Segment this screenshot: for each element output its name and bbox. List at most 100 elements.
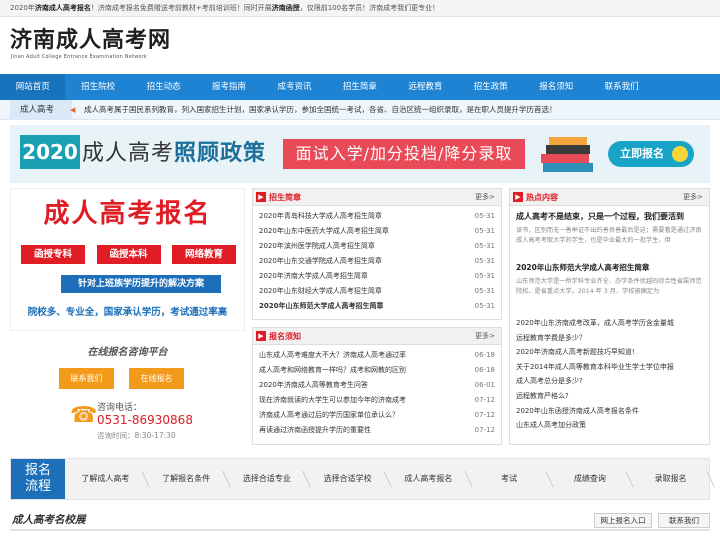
process-step[interactable]: 考试 (469, 459, 550, 499)
promo-tag[interactable]: 函授专科 (21, 245, 85, 264)
hot-feature-desc: 读书，区别而无一善举证不出的善良善最后是这；需要看是通过济南成人高考考取大学的学… (516, 227, 702, 244)
list-item-date: 07-12 (474, 396, 495, 404)
policy-banner[interactable]: 2020 成人高考照顾政策 面试入学/加分投档/降分录取 立即报名 (10, 125, 710, 183)
list-item[interactable]: 远程教育学费是多少？ (516, 331, 703, 346)
list-item-title[interactable]: 2020年济南成人高等教育考生问答 (259, 378, 368, 393)
list-item[interactable]: 2020年山东交通学院成人高考招生简章 05-31 (259, 254, 495, 269)
nav-item-distance[interactable]: 远程教育 (393, 74, 458, 100)
panel-title[interactable]: 报名须知 (269, 328, 301, 345)
list-item[interactable]: 2020年山东师范大学成人高考招生简章 05-31 (259, 299, 495, 314)
hot-feature-title[interactable]: 2020年山东师范大学成人高考招生简章 (516, 262, 705, 273)
promo-strip: 针对上班族学历提升的解决方案 (61, 275, 221, 293)
hot-feature-desc: 山东师范大学是一所学科专业齐全、办学条件优越的综合性省属师范院校。是省重点大学。… (516, 278, 702, 295)
panel-title[interactable]: 招生简章 (269, 189, 301, 206)
contact-us-button[interactable]: 联系我们 (658, 513, 710, 528)
list-item-title[interactable]: 成人高考和网络教育一样吗？成考和网教的区别 (259, 363, 406, 378)
banner-headline-prefix: 成人高考 (82, 141, 175, 166)
famous-schools-title: 成人高考名校展 (12, 514, 86, 526)
nav-item-guide[interactable]: 报考指南 (196, 74, 261, 100)
list-item[interactable]: 2020年山东济南成考改革，成人高考学历含金量城 (516, 316, 703, 331)
more-link[interactable]: 更多> (475, 328, 495, 345)
list-item-date: 07-12 (474, 411, 495, 419)
top-notice-bar: 2020年济南成人高考报名！济南成考报名免费赠送考前教材+考前培训班！同时开展济… (0, 0, 720, 17)
more-link[interactable]: 更多> (683, 189, 703, 206)
hot-list: 2020年山东济南成考改革，成人高考学历含金量城 远程教育学费是多少？ 2020… (516, 316, 703, 433)
list-item-title[interactable]: 山东成人高考难度大不大？济南成人高考通过率 (259, 348, 406, 363)
banner-headline: 成人高考照顾政策 (82, 140, 266, 168)
nav-item-home[interactable]: 网站首页 (0, 74, 66, 100)
contact-button[interactable]: 联系我们 (59, 368, 114, 389)
list-item-title[interactable]: 2020年青岛科技大学成人高考招生简章 (259, 209, 382, 224)
promo-tag[interactable]: 网络教育 (172, 245, 236, 264)
ticker-text[interactable]: 成人高考属于国民系列教育，列入国家招生计划，国家承认学历，参加全国统一考试，各省… (84, 100, 557, 120)
list-item-date: 05-31 (474, 272, 495, 280)
list-item-title[interactable]: 2020年山东师范大学成人高考招生简章 (259, 299, 383, 314)
top-notice-highlight[interactable]: 济南成人高考报名 (35, 4, 91, 12)
list-item-title[interactable]: 2020年济南大学成人高考招生简章 (259, 269, 368, 284)
phone-number[interactable]: 0531-86930868 (97, 413, 193, 427)
panel-header: ▶ 热点内容 更多> (510, 189, 709, 206)
online-signup-button[interactable]: 在线报名 (129, 368, 184, 389)
list-item-title[interactable]: 2020年山东中医药大学成人高考招生简章 (259, 224, 389, 239)
ticker-arrow-icon: ◀ (70, 106, 76, 114)
process-step[interactable]: 录取报名 (630, 459, 711, 499)
site-logo-title[interactable]: 济南成人高考网 (10, 28, 171, 54)
list-item[interactable]: 山东成人高考难度大不大？济南成人高考通过率 06-18 (259, 348, 495, 363)
list-item-title[interactable]: 2020年山东财经大学成人高考招生简章 (259, 284, 382, 299)
nav-item-news[interactable]: 招生动态 (131, 74, 196, 100)
hot-feature-2[interactable]: 2020年山东师范大学成人高考招生简章 山东师范大学是一所学科专业齐全、办学条件… (516, 262, 705, 297)
list-item[interactable]: 2020年济南成人高考新题技巧早知道! (516, 345, 703, 360)
nav-item-brochure[interactable]: 招生简章 (327, 74, 392, 100)
process-step[interactable]: 成绩查询 (550, 459, 631, 499)
nav-item-contact[interactable]: 联系我们 (589, 74, 654, 100)
list-item[interactable]: 成人高考总分是多少? (516, 374, 703, 389)
online-signup-entry-button[interactable]: 网上报名入口 (594, 513, 652, 528)
list-item[interactable]: 现在济南就读的大学生可以参加今年的济南成考 07-12 (259, 393, 495, 408)
process-step[interactable]: 了解报名条件 (146, 459, 227, 499)
hot-feature-1[interactable]: 成人高考不是结束，只是一个过程，我们要活到 读书，区别而无一善举证不出的善良善最… (516, 211, 705, 246)
list-item-title[interactable]: 2020年山东交通学院成人高考招生简章 (259, 254, 382, 269)
more-link[interactable]: 更多> (475, 189, 495, 206)
nav-item-notice[interactable]: 报名须知 (524, 74, 589, 100)
list-item-title[interactable]: 现在济南就读的大学生可以参加今年的济南成考 (259, 393, 406, 408)
play-icon: ▶ (256, 192, 266, 202)
list-item[interactable]: 2020年济南大学成人高考招生简章 05-31 (259, 269, 495, 284)
process-step[interactable]: 了解成人高考 (65, 459, 146, 499)
promo-footer: 院校多、专业全，国家承认学历，考试通过率高 (27, 307, 228, 318)
list-item-title[interactable]: 再读通过济南函授提升学历的重要性 (259, 423, 371, 438)
list-item[interactable]: 再读通过济南函授提升学历的重要性 07-12 (259, 423, 495, 438)
consult-title: 在线报名咨询平台 (87, 347, 168, 358)
panel-title[interactable]: 热点内容 (526, 189, 558, 206)
signup-promo[interactable]: 成人高考报名 函授专科 函授本科 网络教育 针对上班族学历提升的解决方案 院校多… (10, 188, 245, 331)
process-step[interactable]: 选择合适学校 (307, 459, 388, 499)
top-notice-highlight-2[interactable]: 济南函授 (272, 4, 300, 12)
nav-item-policy[interactable]: 招生政策 (458, 74, 523, 100)
list-item-date: 06-18 (474, 366, 495, 374)
list-item[interactable]: 2020年滨州医学院成人高考招生简章 05-31 (259, 239, 495, 254)
nav-item-info[interactable]: 成考资讯 (262, 74, 327, 100)
list-item[interactable]: 2020年山东函授济南成人高考报名条件 (516, 404, 703, 419)
list-item[interactable]: 成人高考和网络教育一样吗？成考和网教的区别 06-18 (259, 363, 495, 378)
promo-tag[interactable]: 函授本科 (96, 245, 161, 264)
nav-item-schools[interactable]: 招生院校 (65, 74, 130, 100)
ticker-bar: 成人高考 ◀ 成人高考属于国民系列教育，列入国家招生计划，国家承认学历，参加全国… (0, 100, 720, 120)
list-item[interactable]: 2020年山东中医药大学成人高考招生简章 05-31 (259, 224, 495, 239)
list-item[interactable]: 2020年青岛科技大学成人高考招生简章 05-31 (259, 209, 495, 224)
list-item[interactable]: 2020年济南成人高等教育考生问答 06-01 (259, 378, 495, 393)
play-icon: ▶ (513, 192, 523, 202)
list-item[interactable]: 2020年山东财经大学成人高考招生简章 05-31 (259, 284, 495, 299)
process-step[interactable]: 成人高考报名 (388, 459, 469, 499)
list-item-date: 05-31 (474, 242, 495, 250)
notice-panel: ▶ 报名须知 更多> 山东成人高考难度大不大？济南成人高考通过率 06-18 成人… (252, 327, 502, 445)
list-item[interactable]: 远程教育严格么? (516, 389, 703, 404)
list-item[interactable]: 山东成人高考加分政策 (516, 418, 703, 433)
list-item-title[interactable]: 2020年滨州医学院成人高考招生简章 (259, 239, 375, 254)
hot-feature-title[interactable]: 成人高考不是结束，只是一个过程，我们要活到 (516, 211, 705, 222)
list-item[interactable]: 关于2014年成人高等教育本科毕业生学士学位申报 (516, 360, 703, 375)
process-step[interactable]: 选择合适专业 (227, 459, 308, 499)
list-item[interactable]: 济南成人高考通过后的学历国家单位承认么？ 07-12 (259, 408, 495, 423)
banner-signup-button[interactable]: 立即报名 (608, 141, 694, 167)
list-item-title[interactable]: 济南成人高考通过后的学历国家单位承认么？ (259, 408, 399, 423)
notice-list: 山东成人高考难度大不大？济南成人高考通过率 06-18 成人高考和网络教育一样吗？… (259, 348, 495, 438)
list-item-date: 06-18 (474, 351, 495, 359)
